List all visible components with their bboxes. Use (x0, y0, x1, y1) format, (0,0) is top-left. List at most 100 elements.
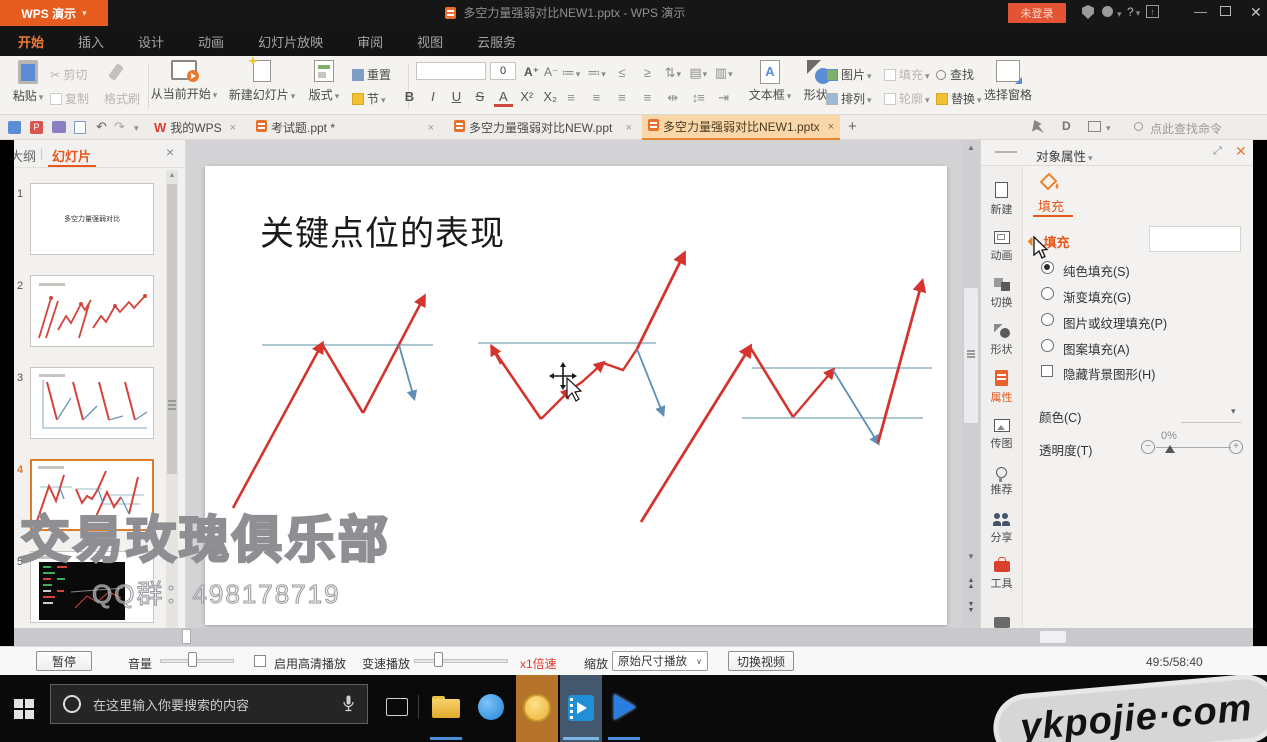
command-search-box[interactable]: 点此查找命令 (1150, 120, 1222, 137)
increase-font-icon[interactable]: A⁺ (524, 65, 539, 79)
fill-tab[interactable] (1037, 170, 1061, 197)
expand-panel-icon[interactable]: ⤢ (1213, 145, 1222, 158)
account-icon[interactable] (1102, 6, 1113, 17)
scroll-down-icon[interactable]: ▼ (962, 552, 980, 561)
align-left-icon[interactable]: ≡ (560, 90, 581, 105)
superscript-button[interactable]: X² (517, 89, 536, 104)
bold-button[interactable]: B (400, 89, 419, 104)
radio-pattern-fill[interactable] (1041, 339, 1054, 352)
scrollbar-thumb[interactable] (167, 184, 177, 474)
start-button[interactable] (14, 699, 34, 719)
taskbar-file-explorer[interactable] (432, 696, 460, 718)
decrease-font-icon[interactable]: A⁻ (544, 65, 558, 79)
tab-slideshow[interactable]: 幻灯片放映 (258, 32, 323, 51)
print-icon[interactable] (52, 121, 66, 133)
sidebar-item-transition[interactable]: 切换 (981, 270, 1022, 317)
font-size-combo[interactable]: 0 (490, 62, 516, 80)
export-pdf-icon[interactable]: P (30, 121, 43, 134)
hd-checkbox[interactable] (254, 655, 266, 667)
layout-button[interactable]: 版式▾ (300, 60, 348, 103)
subscript-button[interactable]: X₂ (541, 89, 560, 104)
tab-review[interactable]: 审阅 (357, 32, 383, 51)
align-right-icon[interactable]: ≡ (611, 90, 632, 105)
strikethrough-button[interactable]: S (470, 89, 489, 104)
switch-video-button[interactable]: 切换视频 (728, 651, 794, 671)
font-color-button[interactable]: A (494, 89, 513, 107)
scroll-up-icon[interactable]: ▲ (166, 170, 178, 182)
speed-slider[interactable] (414, 659, 508, 663)
fill-button[interactable]: 填充▾ (884, 66, 930, 83)
speed-slider-thumb[interactable] (434, 652, 443, 667)
pause-button[interactable]: 暂停 (36, 651, 92, 671)
close-panel-icon[interactable]: × (166, 144, 174, 160)
italic-button[interactable]: I (423, 89, 442, 104)
radio-picture-fill[interactable] (1041, 313, 1054, 326)
tab-insert[interactable]: 插入 (78, 32, 104, 51)
section-button[interactable]: 节▾ (352, 90, 386, 107)
fill-tab-label[interactable]: 填充 (1038, 196, 1064, 215)
next-slide-button[interactable]: ▼▼ (962, 602, 980, 614)
doc-tab-2[interactable]: 多空力量强弱对比NEW.ppt × (448, 115, 638, 140)
taskbar-media-player[interactable] (610, 694, 638, 722)
transparency-slider[interactable]: − 0% + (1141, 434, 1245, 458)
radio-solid-fill[interactable] (1041, 261, 1054, 274)
doc-tab-home[interactable]: W 我的WPS× (148, 115, 242, 140)
scroll-up-icon[interactable]: ▲ (962, 140, 980, 156)
copy-button[interactable]: 复制 (50, 90, 89, 107)
tab-animation[interactable]: 动画 (198, 32, 224, 51)
minimize-button[interactable]: — (1194, 4, 1207, 19)
paste-button[interactable]: 粘贴▾ (8, 60, 48, 104)
checkbox-hide-background[interactable] (1041, 365, 1053, 377)
text-direction-icon[interactable]: ⇅▾ (662, 65, 683, 81)
line-spacing-icon[interactable]: ↕≡ (687, 90, 708, 105)
find-button[interactable]: 查找 (936, 66, 974, 83)
shield-icon[interactable] (1082, 5, 1094, 19)
close-tab-icon[interactable]: × (230, 122, 236, 134)
zoom-mode-dropdown[interactable]: 原始尺寸播放 ∨ (612, 651, 708, 671)
align-text-icon[interactable]: ▤▾ (687, 65, 708, 81)
font-family-combo[interactable] (416, 62, 486, 80)
slider-thumb[interactable] (1165, 445, 1175, 453)
maximize-button[interactable] (1220, 6, 1231, 16)
tab-cloud[interactable]: 云服务 (477, 32, 516, 51)
undo-icon[interactable]: ↶ (96, 119, 107, 135)
close-button[interactable]: ✕ (1250, 4, 1262, 21)
previous-slide-button[interactable]: ▲▲ (962, 578, 980, 590)
close-tab-icon[interactable]: × (626, 122, 632, 134)
save-icon[interactable] (8, 121, 21, 134)
microphone-icon[interactable] (342, 695, 355, 713)
cut-button[interactable]: ✂ 剪切 (50, 66, 87, 83)
doc-tab-active[interactable]: 多空力量强弱对比NEW1.pptx × (642, 115, 840, 140)
picture-button[interactable]: 图片▾ (826, 66, 872, 83)
volume-slider-thumb[interactable] (188, 652, 197, 667)
decrease-icon[interactable]: − (1141, 440, 1155, 454)
assistant-icon[interactable] (1032, 120, 1044, 133)
sidebar-item-recommend[interactable]: 推荐 (981, 458, 1022, 505)
tab-view[interactable]: 视图 (417, 32, 443, 51)
selection-pane-button[interactable]: 选择窗格 (975, 60, 1041, 103)
underline-button[interactable]: U (447, 89, 466, 104)
sidebar-item-new[interactable]: 新建 (981, 176, 1022, 223)
scrollbar-thumb[interactable] (1040, 631, 1066, 643)
numbered-list-icon[interactable]: ≕▾ (585, 65, 606, 81)
scrollbar-left-piece[interactable] (182, 629, 191, 644)
sidebar-item-animation[interactable]: 动画 (981, 223, 1022, 270)
close-tab-icon[interactable]: × (828, 121, 834, 133)
distribute-icon[interactable]: ⇹ (662, 90, 683, 106)
close-tab-icon[interactable]: × (428, 122, 434, 134)
help-button[interactable]: ?▾ (1127, 5, 1140, 19)
panel-title[interactable]: 对象属性▾ (1036, 146, 1093, 165)
reset-button[interactable]: 重置 (352, 66, 391, 83)
play-from-current-button[interactable]: 从当前开始▾ (146, 60, 222, 102)
redo-icon[interactable]: ↷ (114, 119, 125, 135)
resize-grip-icon[interactable] (168, 400, 176, 402)
slide-thumbnail-3[interactable] (30, 367, 154, 439)
vertical-scrollbar[interactable]: ▲ ▼ ▲▲ ▼▼ (962, 140, 980, 628)
outline-button[interactable]: 轮廓▾ (884, 90, 930, 107)
new-tab-button[interactable]: + (848, 118, 857, 135)
task-view-button[interactable] (386, 698, 408, 716)
sidebar-item-properties[interactable]: 属性 (981, 364, 1022, 411)
panel-drag-handle[interactable] (995, 151, 1017, 153)
new-slide-button[interactable]: 新建幻灯片▾ (226, 60, 298, 103)
radio-gradient-fill[interactable] (1041, 287, 1054, 300)
